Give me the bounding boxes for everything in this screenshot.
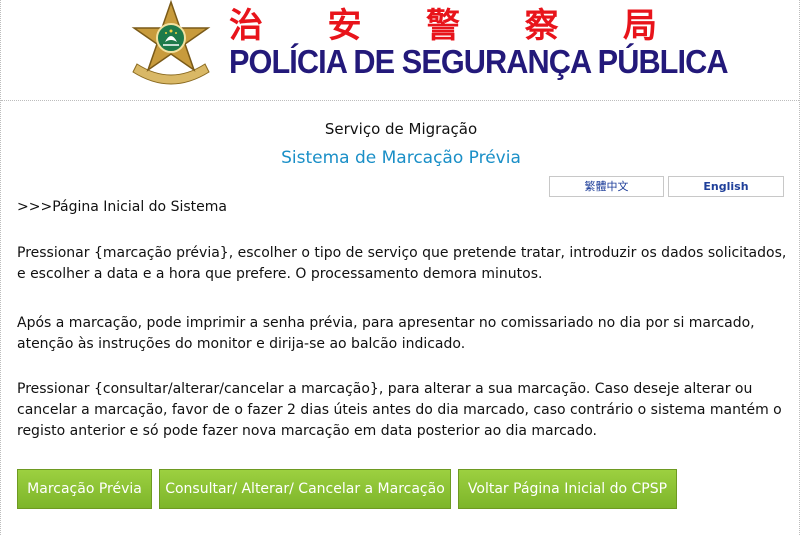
back-home-button[interactable]: Voltar Página Inicial do CPSP — [458, 469, 677, 509]
page: 治 安 警 察 局 POLÍCIA DE SEGURANÇA PÚBLICA S… — [0, 0, 800, 535]
chinese-title-char: 治 — [229, 5, 265, 46]
book-appointment-button[interactable]: Marcação Prévia — [17, 469, 152, 509]
chinese-title-char: 局 — [623, 5, 659, 46]
chinese-title: 治 安 警 察 局 — [229, 2, 659, 46]
consult-appointment-button[interactable]: Consultar/ Alterar/ Cancelar a Marcação — [159, 469, 451, 509]
chinese-title-char: 察 — [524, 5, 561, 46]
breadcrumb: >>>Página Inicial do Sistema — [17, 199, 227, 215]
instruction-paragraph: Após a marcação, pode imprimir a senha p… — [17, 315, 755, 352]
system-title: Sistema de Marcação Prévia — [281, 148, 521, 168]
chinese-title-char: 安 — [327, 5, 364, 46]
portuguese-title: POLÍCIA DE SEGURANÇA PÚBLICA — [229, 43, 728, 80]
instruction-paragraph: Pressionar {consultar/alterar/cancelar a… — [17, 381, 782, 439]
chinese-title-char: 警 — [426, 5, 462, 46]
header-banner: 治 安 警 察 局 POLÍCIA DE SEGURANÇA PÚBLICA — [131, 0, 728, 92]
police-star-emblem-icon — [131, 0, 211, 85]
language-chinese-button[interactable]: 繁體中文 — [549, 176, 664, 197]
header-divider — [1, 100, 800, 101]
language-english-button[interactable]: English — [668, 176, 784, 197]
service-title: Serviço de Migração — [324, 120, 478, 138]
instruction-paragraph: Pressionar {marcação prévia}, escolher o… — [17, 245, 787, 282]
